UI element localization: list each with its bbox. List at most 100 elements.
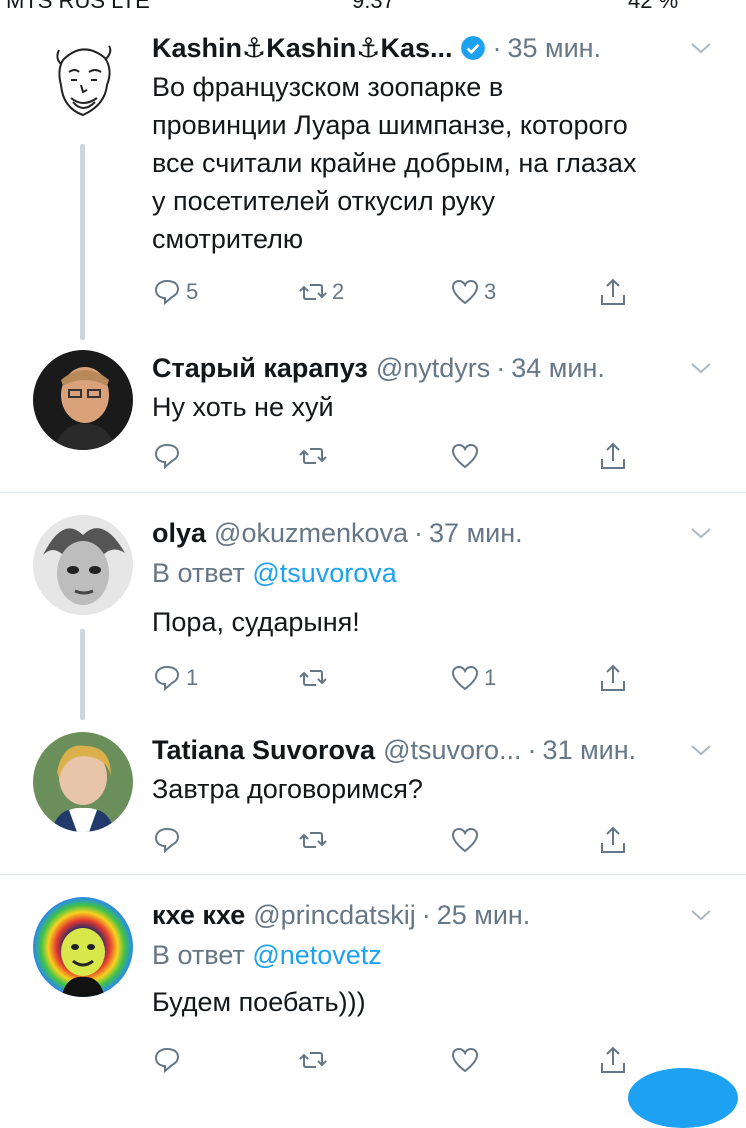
author-name[interactable]: olya — [152, 515, 206, 551]
clock-label: 9:37 — [352, 0, 395, 12]
share-button[interactable] — [598, 436, 628, 476]
author-handle[interactable]: @tsuvoro... — [383, 732, 521, 768]
reply-context: В ответ @tsuvorova — [152, 555, 397, 591]
compose-tweet-button[interactable] — [628, 1068, 738, 1128]
tweet-2[interactable]: Старый карапуз @nytdyrs · 34 мин. Ну хот… — [0, 340, 746, 490]
timestamp[interactable]: 25 мин. — [437, 897, 531, 933]
author-name[interactable]: Старый карапуз — [152, 350, 368, 386]
verified-badge-icon — [461, 36, 486, 60]
reply-icon — [154, 665, 180, 692]
author-handle[interactable]: @okuzmenkova — [214, 515, 408, 551]
tweet-actions — [152, 1040, 652, 1080]
retweet-count: 2 — [332, 279, 345, 304]
like-button[interactable]: 1 — [450, 658, 496, 698]
like-button[interactable] — [450, 1040, 480, 1080]
heart-icon — [451, 827, 479, 853]
separator-dot: · — [496, 353, 506, 383]
tweet-text: Пора, сударыня! — [152, 607, 360, 637]
share-icon — [601, 278, 625, 305]
divider — [0, 492, 746, 493]
avatar[interactable] — [33, 350, 133, 450]
thread-line — [80, 144, 85, 340]
tweet-actions: 5 2 3 — [152, 272, 652, 312]
reply-button[interactable]: 5 — [152, 272, 198, 312]
reply-mention-link[interactable]: @tsuvorova — [252, 558, 396, 588]
timestamp[interactable]: 34 мин. — [511, 350, 605, 386]
retweet-button[interactable]: 2 — [298, 272, 344, 312]
thread-line — [80, 629, 85, 720]
share-icon — [601, 1046, 625, 1073]
tweet-actions: 1 1 — [152, 658, 652, 698]
retweet-icon — [299, 832, 327, 848]
heart-icon — [451, 279, 479, 305]
retweet-icon — [299, 670, 327, 686]
share-button[interactable] — [598, 658, 628, 698]
heart-icon — [451, 1047, 479, 1073]
battery-label: 42 % — [628, 0, 678, 12]
reply-prefix: В ответ — [152, 558, 245, 588]
tweet-actions — [152, 436, 652, 476]
reply-button[interactable] — [152, 1040, 182, 1080]
separator-dot: · — [414, 518, 424, 548]
heart-icon — [451, 665, 479, 691]
tweet-3[interactable]: olya @okuzmenkova · 37 мин. В ответ @tsu… — [0, 505, 746, 720]
tweet-1[interactable]: Kashin⚓Kashin⚓Kas... · 35 мин. Во францу… — [0, 20, 746, 340]
timestamp[interactable]: 31 мин. — [543, 732, 637, 768]
share-button[interactable] — [598, 1040, 628, 1080]
separator-dot: · — [492, 33, 502, 63]
reply-button[interactable] — [152, 820, 182, 860]
chevron-down-icon[interactable] — [686, 356, 716, 380]
carrier-label: MTS RUS LTE — [6, 0, 150, 12]
status-bar: MTS RUS LTE 9:37 42 % — [0, 0, 746, 12]
author-handle[interactable]: @nytdyrs — [376, 350, 490, 386]
like-button[interactable]: 3 — [450, 272, 496, 312]
reply-count: 5 — [186, 279, 199, 304]
tweet-text: Ну хоть не хуй — [152, 392, 334, 422]
retweet-icon — [299, 448, 327, 464]
share-icon — [601, 664, 625, 691]
tweet-text: Во французском зоопарке в провинции Луар… — [152, 72, 637, 254]
share-button[interactable] — [598, 272, 628, 312]
separator-dot: · — [421, 900, 431, 930]
retweet-button[interactable] — [298, 1040, 328, 1080]
tweet-4[interactable]: Tatiana Suvorova @tsuvoro... · 31 мин. З… — [0, 722, 746, 872]
separator-dot: · — [527, 735, 537, 765]
author-name[interactable]: Tatiana Suvorova — [152, 732, 375, 768]
reply-button[interactable] — [152, 436, 182, 476]
chevron-down-icon[interactable] — [686, 738, 716, 762]
reply-icon — [154, 279, 180, 306]
timestamp[interactable]: 35 мин. — [507, 30, 601, 66]
like-button[interactable] — [450, 436, 480, 476]
like-button[interactable] — [450, 820, 480, 860]
retweet-icon — [299, 284, 327, 300]
retweet-button[interactable] — [298, 658, 328, 698]
avatar[interactable] — [33, 30, 133, 130]
retweet-button[interactable] — [298, 820, 328, 860]
author-name[interactable]: кхе кхе — [152, 897, 245, 933]
avatar[interactable] — [33, 732, 133, 832]
retweet-icon — [299, 1052, 327, 1068]
timestamp[interactable]: 37 мин. — [429, 515, 523, 551]
chevron-down-icon[interactable] — [686, 903, 716, 927]
chevron-down-icon[interactable] — [686, 36, 716, 60]
tweet-5[interactable]: кхе кхе @princdatskij · 25 мин. В ответ … — [0, 887, 746, 1090]
reply-count: 1 — [186, 665, 199, 690]
tweet-text: Завтра договоримся? — [152, 774, 423, 804]
reply-prefix: В ответ — [152, 940, 245, 970]
reply-icon — [154, 443, 180, 470]
author-handle[interactable]: @princdatskij — [253, 897, 415, 933]
reply-mention-link[interactable]: @netovetz — [252, 940, 381, 970]
share-icon — [601, 826, 625, 853]
tweet-text: Будем поебать))) — [152, 987, 366, 1017]
avatar[interactable] — [33, 515, 133, 615]
reply-button[interactable]: 1 — [152, 658, 198, 698]
reply-icon — [154, 827, 180, 854]
like-count: 3 — [484, 279, 497, 304]
chevron-down-icon[interactable] — [686, 521, 716, 545]
avatar[interactable] — [33, 897, 133, 997]
retweet-button[interactable] — [298, 436, 328, 476]
author-name[interactable]: Kashin⚓Kashin⚓Kas... — [152, 30, 452, 66]
share-button[interactable] — [598, 820, 628, 860]
like-count: 1 — [484, 665, 497, 690]
reply-icon — [154, 1047, 180, 1074]
